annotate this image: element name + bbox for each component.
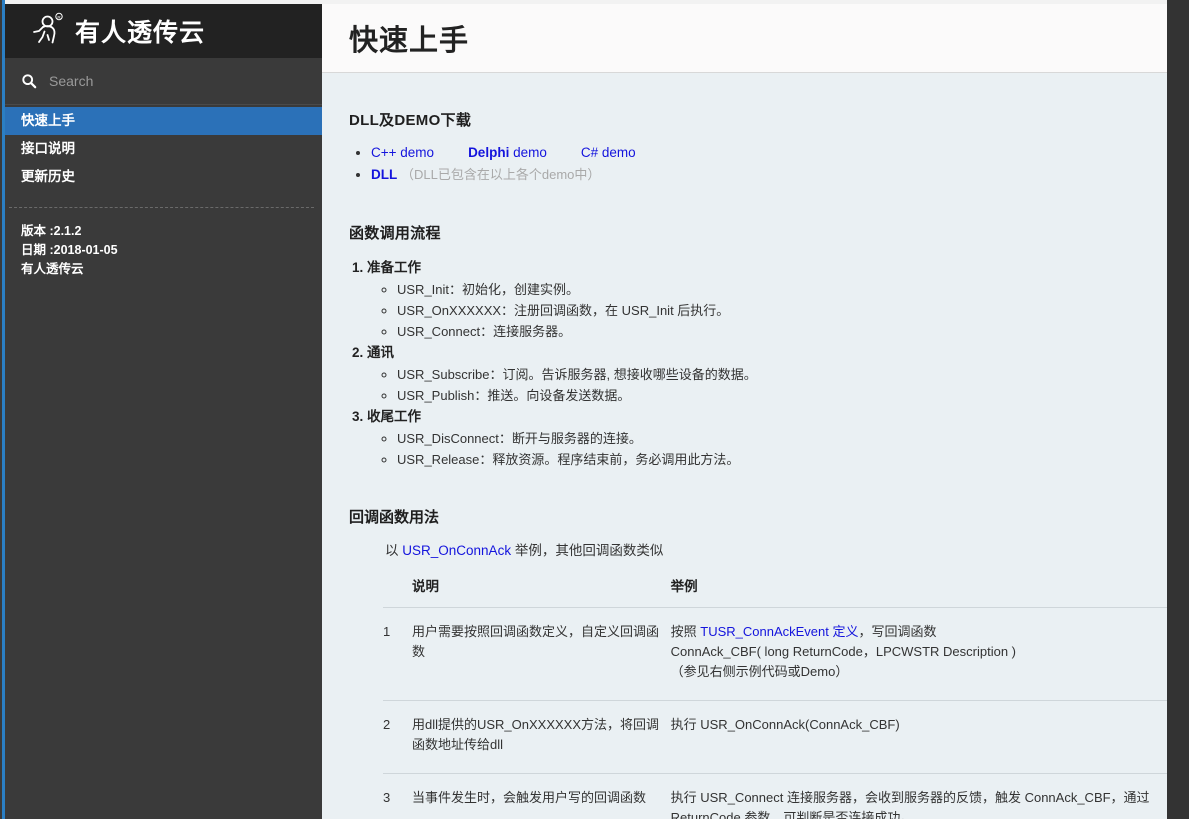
flow-substep: USR_Publish：推送。向设备发送数据。 [397,385,1143,406]
cell-num: 2 [383,701,412,774]
meta-product: 有人透传云 [21,260,322,279]
flow-substeps: USR_Init：初始化，创建实例。 USR_OnXXXXXX：注册回调函数，在… [367,279,1143,342]
meta-version: 版本 :2.1.2 [21,222,322,241]
cell-desc: 用户需要按照回调函数定义，自定义回调函数 [412,608,671,701]
app-window: R 有人透传云 快速上手 接口说明 更新历史 [0,0,1189,819]
flow-heading: 函数调用流程 [349,222,1143,243]
th-desc: 说明 [412,575,671,608]
table-row: 3 当事件发生时，会触发用户写的回调函数 执行 USR_Connect 连接服务… [383,774,1167,819]
page-header: 快速上手 [322,4,1167,73]
flow-step: 通讯 USR_Subscribe：订阅。告诉服务器, 想接收哪些设备的数据。 U… [367,342,1143,406]
sidebar-nav: 快速上手 接口说明 更新历史 [5,107,322,191]
sidebar-brand[interactable]: R 有人透传云 [5,4,322,58]
search-input[interactable] [47,72,308,90]
flow-substep: USR_DisConnect：断开与服务器的连接。 [397,428,1143,449]
sidebar-search[interactable] [5,58,322,105]
cell-example: 执行 USR_OnConnAck(ConnAck_CBF) [671,701,1167,774]
sidebar-item-label: 接口说明 [21,141,75,156]
flow-substep: USR_Init：初始化，创建实例。 [397,279,1143,300]
download-list: C++ demo Delphi demo C# demo DLL （DLL已包含在以… [349,144,1143,184]
callback-intro: 以 USR_OnConnAck 举例，其他回调函数类似 [385,539,1143,559]
left-rail-track [0,0,2,819]
cell-example: 执行 USR_Connect 连接服务器，会收到服务器的反馈，触发 ConnAc… [671,774,1167,819]
cpp-demo-link[interactable]: C++ demo [371,145,434,160]
dll-note: （DLL已包含在以上各个demo中） [401,167,600,182]
download-heading: DLL及DEMO下载 [349,109,1143,130]
table-header-row: 说明 举例 [383,575,1167,608]
flow-step-title: 通讯 [367,345,394,360]
sidebar-item-label: 快速上手 [21,113,75,128]
flow-substep: USR_Subscribe：订阅。告诉服务器, 想接收哪些设备的数据。 [397,364,1143,385]
flow-step: 收尾工作 USR_DisConnect：断开与服务器的连接。 USR_Relea… [367,406,1143,470]
sidebar-meta: 版本 :2.1.2 日期 :2018-01-05 有人透传云 [5,208,322,279]
sidebar-item-quickstart[interactable]: 快速上手 [5,107,322,135]
cell-desc: 用dll提供的USR_OnXXXXXX方法，将回调函数地址传给dll [412,701,671,774]
callback-heading: 回调函数用法 [349,506,1143,527]
running-person-logo-icon: R [27,11,67,51]
flow-step: 准备工作 USR_Init：初始化，创建实例。 USR_OnXXXXXX：注册回… [367,257,1143,342]
flow-step-title: 准备工作 [367,260,421,275]
usr-onconnack-link[interactable]: USR_OnConnAck [402,543,511,558]
table-row: 2 用dll提供的USR_OnXXXXXX方法，将回调函数地址传给dll 执行 … [383,701,1167,774]
dll-item: DLL （DLL已包含在以上各个demo中） [371,166,1143,184]
tusr-connackevent-link[interactable]: TUSR_ConnAckEvent 定义 [700,624,858,639]
sidebar-item-changelog[interactable]: 更新历史 [5,163,322,191]
flow-step-title: 收尾工作 [367,409,421,424]
sidebar-item-label: 更新历史 [21,169,75,184]
page-content: DLL及DEMO下载 C++ demo Delphi demo C# demo DL… [322,73,1167,819]
csharp-demo-link[interactable]: C# demo [581,145,636,160]
page-title: 快速上手 [349,17,469,59]
cell-num: 1 [383,608,412,701]
callback-table: 说明 举例 1 用户需要按照回调函数定义，自定义回调函数 按照 TUSR_Con… [383,575,1167,819]
flow-substep: USR_Release：释放资源。程序结束前，务必调用此方法。 [397,449,1143,470]
delphi-demo-link[interactable]: Delphi demo [468,145,547,160]
right-gutter [1167,0,1189,819]
flow-substeps: USR_Subscribe：订阅。告诉服务器, 想接收哪些设备的数据。 USR_… [367,364,1143,406]
flow-substeps: USR_DisConnect：断开与服务器的连接。 USR_Release：释放… [367,428,1143,470]
demo-links-item: C++ demo Delphi demo C# demo [371,144,1143,162]
brand-title: 有人透传云 [75,13,205,49]
cell-desc: 当事件发生时，会触发用户写的回调函数 [412,774,671,819]
th-num [383,575,412,608]
sidebar: R 有人透传云 快速上手 接口说明 更新历史 [5,4,322,819]
main-panel: 快速上手 DLL及DEMO下载 C++ demo Delphi demo C# de… [322,4,1167,819]
flow-list: 准备工作 USR_Init：初始化，创建实例。 USR_OnXXXXXX：注册回… [349,257,1143,470]
flow-substep: USR_Connect：连接服务器。 [397,321,1143,342]
flow-substep: USR_OnXXXXXX：注册回调函数，在 USR_Init 后执行。 [397,300,1143,321]
cell-num: 3 [383,774,412,819]
cell-example: 按照 TUSR_ConnAckEvent 定义，写回调函数 ConnAck_CB… [671,608,1167,701]
sidebar-item-api[interactable]: 接口说明 [5,135,322,163]
search-icon [21,73,37,89]
meta-date: 日期 :2018-01-05 [21,241,322,260]
th-example: 举例 [671,575,1167,608]
dll-link[interactable]: DLL [371,167,397,182]
table-row: 1 用户需要按照回调函数定义，自定义回调函数 按照 TUSR_ConnAckEv… [383,608,1167,701]
